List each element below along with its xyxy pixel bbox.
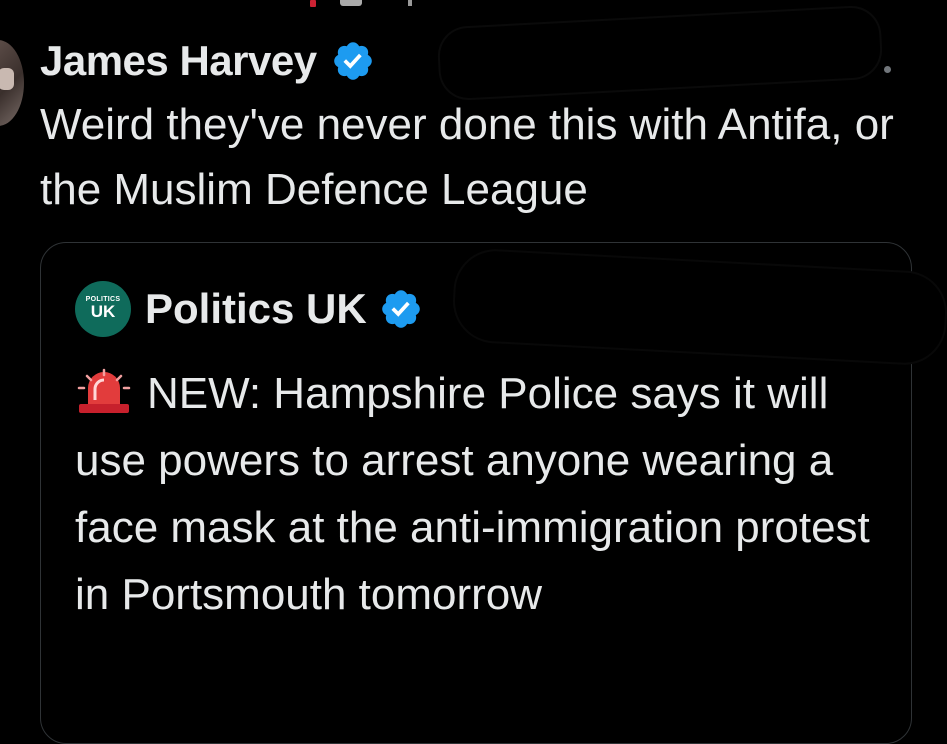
police-car-light-icon <box>77 368 131 413</box>
quoted-author-name[interactable]: Politics UK <box>145 285 367 333</box>
quoted-tweet-text-block: NEW: Hampshire Police says it will use p… <box>75 360 875 628</box>
quoted-author-avatar[interactable]: POLITICS UK <box>75 281 131 337</box>
avatar-text-large: UK <box>90 302 116 321</box>
verified-badge-icon <box>333 42 372 80</box>
verified-badge-icon <box>381 290 420 328</box>
author-name[interactable]: James Harvey <box>40 37 317 85</box>
cropped-action-icons <box>300 0 420 8</box>
quoted-tweet-header: POLITICS UK Politics UK <box>75 279 423 339</box>
quoted-tweet-text: NEW: Hampshire Police says it will use p… <box>75 369 870 619</box>
author-avatar[interactable] <box>0 40 24 126</box>
redaction-mark <box>438 6 882 100</box>
separator-dot <box>884 66 891 73</box>
tweet-header: James Harvey <box>40 30 375 92</box>
tweet-text: Weird they've never done this with Antif… <box>40 100 894 214</box>
